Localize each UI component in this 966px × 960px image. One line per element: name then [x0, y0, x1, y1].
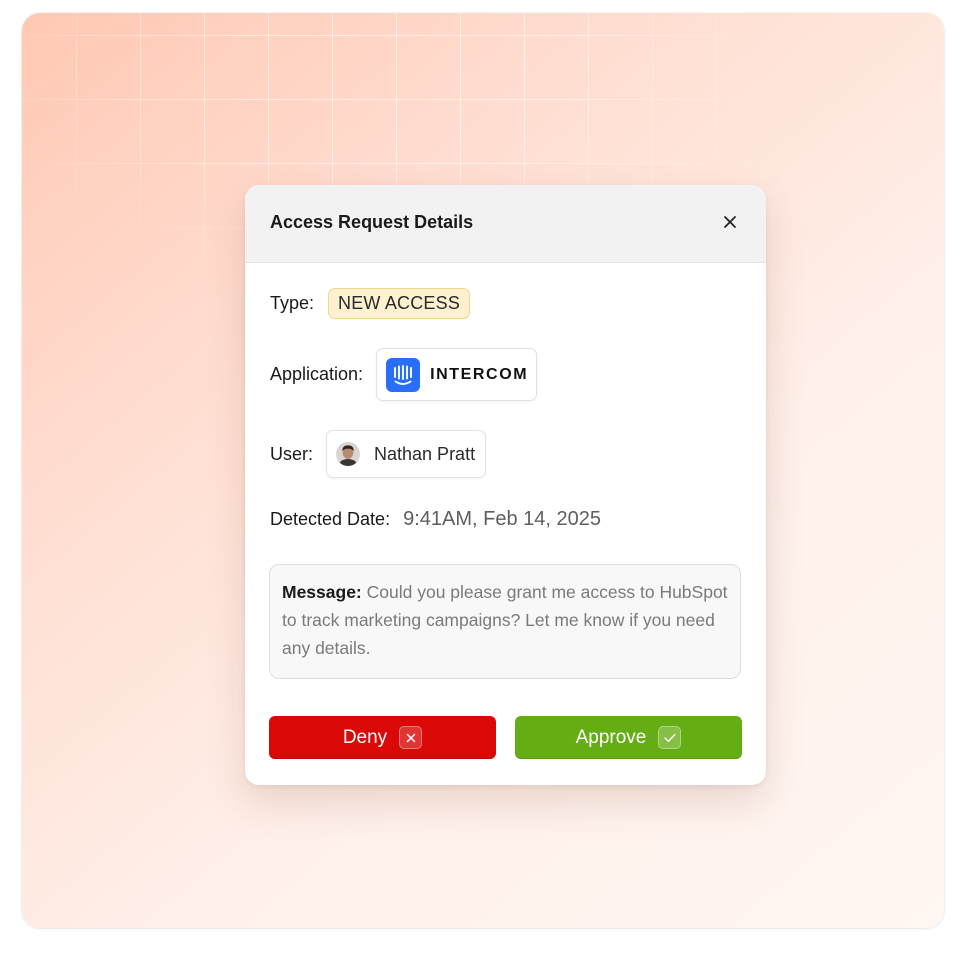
avatar: [336, 442, 361, 466]
application-label: Application:: [270, 364, 364, 384]
deny-button[interactable]: Deny: [269, 716, 496, 759]
message-label: Message:: [282, 582, 362, 602]
close-button[interactable]: [718, 210, 742, 234]
user-chip[interactable]: Nathan Pratt: [326, 430, 487, 478]
access-request-modal: Access Request Details Type: NEW ACCESS …: [245, 185, 766, 785]
check-icon: [658, 726, 682, 749]
type-row: Type: NEW ACCESS: [270, 288, 471, 319]
type-label: Type:: [270, 293, 315, 313]
user-row: User: Nathan Pratt: [270, 430, 487, 478]
background-panel: Access Request Details Type: NEW ACCESS …: [22, 13, 944, 928]
application-row: Application: INTERCOM: [270, 348, 538, 401]
message-box: Message: Could you please grant me acces…: [269, 564, 741, 679]
detected-date-row: Detected Date: 9:41AM, Feb 14, 2025: [270, 508, 601, 531]
close-icon: [724, 216, 736, 228]
approve-button[interactable]: Approve: [515, 716, 742, 759]
x-icon: [399, 726, 423, 749]
application-chip[interactable]: INTERCOM: [376, 348, 538, 401]
intercom-logo-icon: [386, 357, 421, 392]
modal-title: Access Request Details: [270, 212, 474, 232]
modal-header: Access Request Details: [245, 185, 766, 263]
user-label: User:: [270, 443, 314, 464]
approve-label: Approve: [575, 726, 647, 748]
detected-date-label: Detected Date:: [270, 509, 391, 529]
deny-label: Deny: [342, 726, 388, 748]
application-name: INTERCOM: [430, 365, 529, 383]
user-name: Nathan Pratt: [374, 443, 476, 464]
detected-date-value: 9:41AM, Feb 14, 2025: [403, 508, 601, 530]
type-badge: NEW ACCESS: [328, 288, 471, 319]
